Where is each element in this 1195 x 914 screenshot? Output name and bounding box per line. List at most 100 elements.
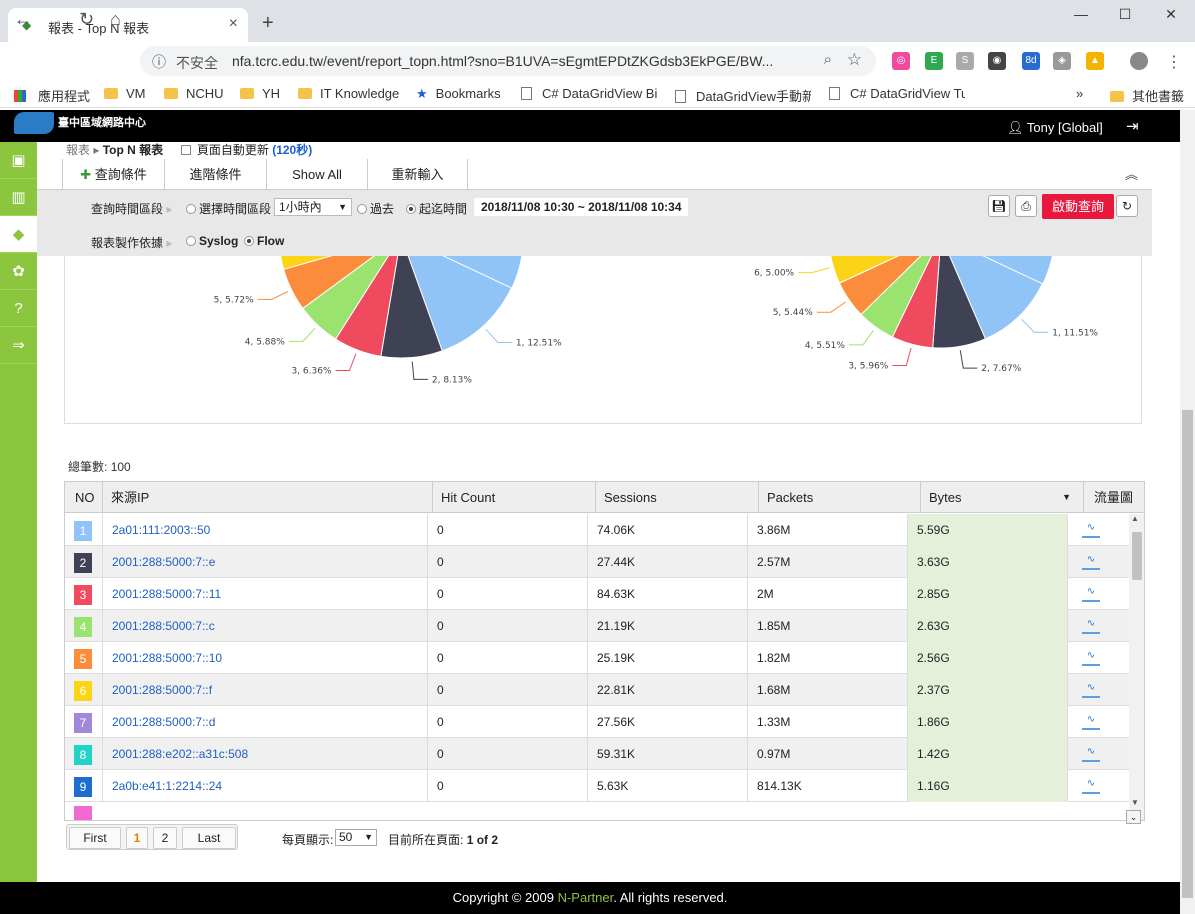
radio-select-range[interactable]: 選擇時間區段 xyxy=(186,200,271,217)
calendar-icon[interactable]: 8d xyxy=(1022,52,1040,70)
time-range-field[interactable]: 2018/11/08 10:30 ~ 2018/11/08 10:34 xyxy=(474,198,688,216)
traffic-chart-icon[interactable]: ∿ xyxy=(1082,587,1100,602)
extension-icon[interactable]: ◈ xyxy=(1053,52,1071,70)
address-bar[interactable]: ⓘ 不安全 nfa.tcrc.edu.tw/event/report_topn.… xyxy=(140,46,876,76)
cell-source-ip[interactable]: 2001:288:5000:7::e xyxy=(103,546,428,578)
radio-syslog[interactable]: Syslog xyxy=(186,234,238,248)
print-icon[interactable]: ⎙ xyxy=(1015,195,1037,217)
col-sessions[interactable]: Sessions xyxy=(596,482,759,513)
bookmark-folder[interactable]: YH xyxy=(240,86,280,101)
url-text[interactable]: nfa.tcrc.edu.tw/event/report_topn.html?s… xyxy=(232,53,812,69)
table-row[interactable]: 7 2001:288:5000:7::d 0 27.56K 1.33M 1.86G ∿ xyxy=(65,706,1129,738)
table-row[interactable]: 4 2001:288:5000:7::c 0 21.19K 1.85M 2.63G ∿ xyxy=(65,610,1129,642)
extension-icon[interactable]: ◉ xyxy=(988,52,1006,70)
col-no[interactable]: NO xyxy=(65,482,103,513)
home-icon[interactable]: ⌂ xyxy=(110,9,121,30)
bookmarks-overflow-icon[interactable]: » xyxy=(1076,86,1083,101)
browser-tab[interactable]: ◆ 報表 - Top N 報表 × xyxy=(8,8,248,42)
tab-advanced-conditions[interactable]: 進階條件 xyxy=(164,159,266,190)
table-row[interactable] xyxy=(65,802,1129,820)
maximize-icon[interactable]: ☐ xyxy=(1102,6,1148,26)
radio-start-end[interactable]: 起迄時間 xyxy=(406,200,467,217)
info-icon[interactable]: ⓘ xyxy=(152,52,166,72)
scroll-down-icon[interactable]: ▼ xyxy=(1131,798,1139,807)
expand-down-icon[interactable]: ⌄ xyxy=(1126,810,1141,824)
menu-icon[interactable]: ⋮ xyxy=(1166,52,1182,72)
page-scroll-thumb[interactable] xyxy=(1182,410,1193,898)
sidebar-help-icon[interactable]: ? xyxy=(0,290,37,327)
back-icon[interactable]: ← xyxy=(14,9,32,30)
extension-icon[interactable]: ◎ xyxy=(892,52,910,70)
col-hit-count[interactable]: Hit Count xyxy=(433,482,596,513)
table-row[interactable]: 9 2a0b:e41:1:2214::24 0 5.63K 814.13K 1.16G ∿ xyxy=(65,770,1129,802)
breadcrumb-root[interactable]: 報表 xyxy=(66,143,90,157)
tab-query-conditions[interactable]: ✚ 查詢條件 xyxy=(62,159,164,190)
traffic-chart-icon[interactable]: ∿ xyxy=(1082,523,1100,538)
sidebar-chart-icon[interactable]: ▥ xyxy=(0,179,37,216)
zoom-icon[interactable]: ⌕ xyxy=(824,51,832,68)
window-close-icon[interactable]: ✕ xyxy=(1148,6,1194,26)
tab-close-icon[interactable]: × xyxy=(229,15,238,33)
bookmark-star[interactable]: ★ Bookmarks xyxy=(416,86,501,102)
new-tab-icon[interactable]: + xyxy=(262,12,274,35)
col-bytes[interactable]: Bytes ▼ xyxy=(921,482,1084,513)
bookmark-folder[interactable]: NCHU xyxy=(164,86,224,101)
time-range-select[interactable]: 1小時內 ▼ xyxy=(274,198,352,216)
reload-icon[interactable]: ↻ xyxy=(79,9,94,30)
traffic-chart-icon[interactable]: ∿ xyxy=(1082,747,1100,762)
col-packets[interactable]: Packets xyxy=(759,482,921,513)
table-scroll-thumb[interactable] xyxy=(1132,532,1142,580)
extension-icon[interactable]: S xyxy=(956,52,974,70)
page-2-button[interactable]: 2 xyxy=(153,827,177,849)
tab-reset[interactable]: 重新輸入 xyxy=(367,159,468,190)
table-row[interactable]: 3 2001:288:5000:7::11 0 84.63K 2M 2.85G ∿ xyxy=(65,578,1129,610)
run-query-button[interactable]: 啟動查詢 xyxy=(1042,194,1114,219)
cell-source-ip[interactable]: 2001:288:5000:7::f xyxy=(103,674,428,706)
last-page-button[interactable]: Last xyxy=(182,827,236,849)
bookmark-folder[interactable]: VM xyxy=(104,86,146,101)
col-source-ip[interactable]: 來源IP xyxy=(103,482,433,513)
traffic-chart-icon[interactable]: ∿ xyxy=(1082,651,1100,666)
minimize-icon[interactable]: — xyxy=(1058,6,1104,26)
first-page-button[interactable]: First xyxy=(69,827,121,849)
radio-flow[interactable]: Flow xyxy=(244,234,284,248)
logo[interactable]: 臺中區域網路中心 xyxy=(14,112,146,134)
bookmark-page[interactable]: C# DataGridView Bi xyxy=(521,86,657,101)
sort-desc-icon[interactable]: ▼ xyxy=(1062,482,1071,513)
cell-source-ip[interactable]: 2001:288:e202::a31c:508 xyxy=(103,738,428,770)
collapse-icon[interactable]: ︽ xyxy=(1125,164,1138,183)
bookmark-apps[interactable]: 應用程式 xyxy=(14,86,90,105)
cell-source-ip[interactable]: 2a0b:e41:1:2214::24 xyxy=(103,770,428,802)
per-page-select[interactable]: 50 ▼ xyxy=(335,829,377,846)
traffic-chart-icon[interactable]: ∿ xyxy=(1082,683,1100,698)
refresh-icon[interactable]: ↻ xyxy=(1116,195,1138,217)
auto-refresh-checkbox[interactable] xyxy=(180,145,191,155)
sidebar-settings-icon[interactable]: ✿ xyxy=(0,253,37,290)
table-row[interactable]: 8 2001:288:e202::a31c:508 0 59.31K 0.97M 1.42… xyxy=(65,738,1129,770)
bookmark-page[interactable]: DataGridView手動新 xyxy=(675,86,811,105)
profile-avatar[interactable] xyxy=(1130,52,1148,70)
bookmark-page[interactable]: C# DataGridView Tu xyxy=(829,86,965,101)
tab-show-all[interactable]: Show All xyxy=(266,159,367,190)
radio-past[interactable]: 過去 xyxy=(357,200,394,217)
cell-source-ip[interactable]: 2001:288:5000:7::10 xyxy=(103,642,428,674)
traffic-chart-icon[interactable]: ∿ xyxy=(1082,555,1100,570)
logout-icon[interactable]: ⇥ xyxy=(1126,117,1139,135)
table-row[interactable]: 5 2001:288:5000:7::10 0 25.19K 1.82M 2.56G ∿ xyxy=(65,642,1129,674)
drive-icon[interactable]: ▲ xyxy=(1086,52,1104,70)
bookmark-folder[interactable]: IT Knowledge xyxy=(298,86,399,101)
bookmark-star-icon[interactable]: ☆ xyxy=(847,50,862,70)
forward-icon[interactable]: → xyxy=(46,9,64,30)
table-row[interactable]: 1 2a01:111:2003::50 0 74.06K 3.86M 5.59G ∿ xyxy=(65,514,1129,546)
user-menu[interactable]: 👤︎ Tony [Global] xyxy=(1007,120,1103,136)
cell-source-ip[interactable]: 2a01:111:2003::50 xyxy=(103,514,428,546)
table-row[interactable]: 2 2001:288:5000:7::e 0 27.44K 2.57M 3.63G ∿ xyxy=(65,546,1129,578)
traffic-chart-icon[interactable]: ∿ xyxy=(1082,779,1100,794)
page-1-button[interactable]: 1 xyxy=(126,827,148,849)
scroll-up-icon[interactable]: ▲ xyxy=(1131,514,1139,523)
evernote-icon[interactable]: E xyxy=(925,52,943,70)
traffic-chart-icon[interactable]: ∿ xyxy=(1082,619,1100,634)
sidebar-dashboard-icon[interactable]: ▣ xyxy=(0,142,37,179)
table-row[interactable]: 6 2001:288:5000:7::f 0 22.81K 1.68M 2.37G ∿ xyxy=(65,674,1129,706)
sidebar-report-icon[interactable]: ◆ xyxy=(0,216,37,253)
